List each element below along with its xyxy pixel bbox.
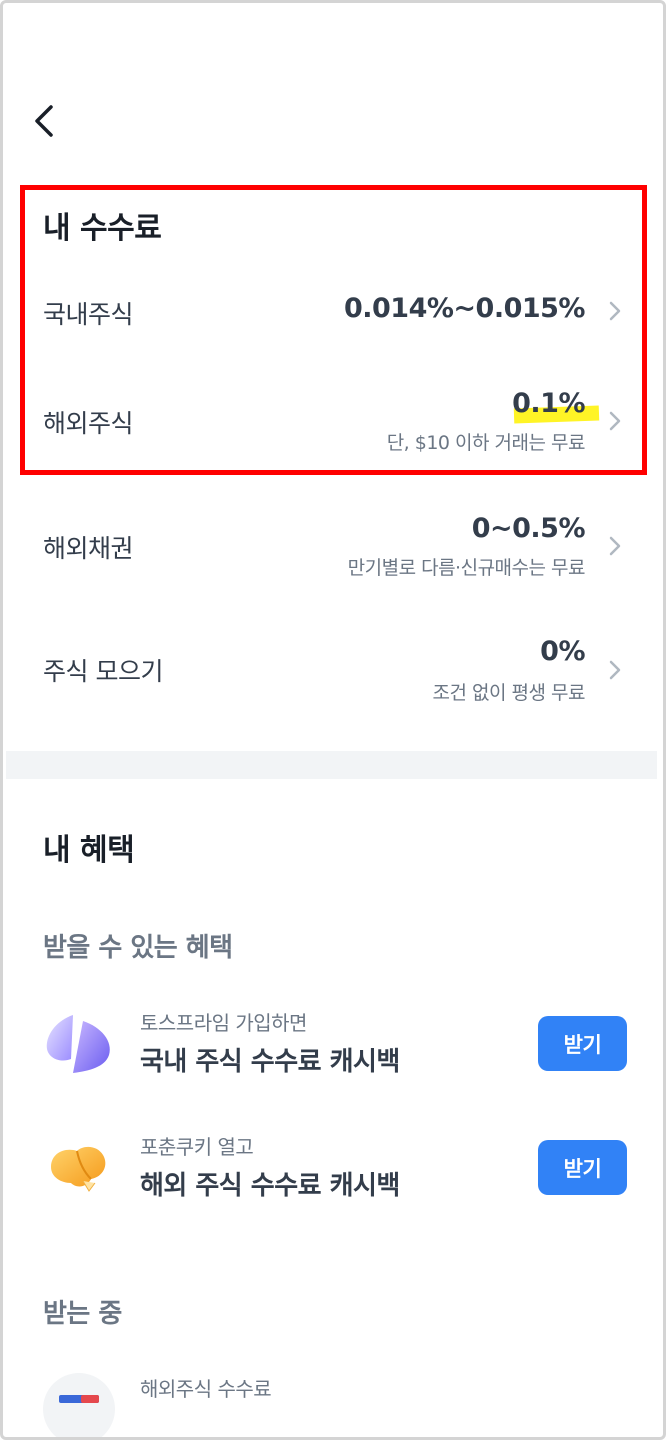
benefit-item-fortune-cookie[interactable]: 포춘쿠키 열고 해외 주식 수수료 캐시백 받기 — [3, 1129, 663, 1209]
chevron-left-icon — [35, 105, 53, 137]
fee-row-overseas-bond[interactable]: 해외채권 0~0.5% 만기별로 다름·신규매수는 무료 — [3, 511, 663, 583]
fee-row-label: 해외주식 — [43, 409, 134, 438]
claim-button[interactable]: 받기 — [538, 1140, 627, 1195]
fee-row-label: 국내주식 — [43, 300, 134, 329]
fee-row-label: 해외채권 — [43, 534, 134, 563]
fee-row-overseas-stock[interactable]: 해외주식 0.1% 단, $10 이하 거래는 무료 — [3, 388, 663, 458]
fee-row-domestic[interactable]: 국내주식 0.014%~0.015% — [3, 283, 663, 343]
fee-row-rate: 0% — [540, 636, 585, 667]
benefit-sub: 토스프라임 가입하면 — [140, 1011, 307, 1035]
fees-title: 내 수수료 — [43, 211, 162, 246]
back-button[interactable] — [29, 99, 63, 143]
section-divider — [6, 751, 657, 779]
benefit-item-prime[interactable]: 토스프라임 가입하면 국내 주식 수수료 캐시백 받기 — [3, 1005, 663, 1085]
fee-row-rate: 0~0.5% — [471, 513, 586, 544]
chevron-right-icon — [609, 660, 621, 680]
chevron-right-icon — [609, 411, 621, 431]
us-flag-icon — [43, 1373, 115, 1437]
receiving-sub: 해외주식 수수료 — [140, 1377, 272, 1401]
prime-icon — [46, 1015, 110, 1073]
fee-row-rate: 0.1% — [512, 388, 585, 419]
fee-row-stock-savings[interactable]: 주식 모으기 0% 조건 없이 평생 무료 — [3, 636, 663, 708]
fee-row-note: 만기별로 다름·신규매수는 무료 — [347, 557, 586, 579]
fee-row-note: 단, $10 이하 거래는 무료 — [386, 432, 586, 454]
benefit-sub: 포춘쿠키 열고 — [140, 1135, 254, 1159]
benefits-title: 내 혜택 — [43, 833, 135, 868]
benefit-main: 국내 주식 수수료 캐시백 — [140, 1047, 400, 1077]
available-benefits-title: 받을 수 있는 혜택 — [43, 933, 233, 963]
fee-row-label: 주식 모으기 — [43, 657, 163, 686]
receiving-item-overseas-fee[interactable]: 해외주식 수수료 — [3, 1373, 663, 1437]
fee-row-rate: 0.014%~0.015% — [343, 293, 586, 324]
chevron-right-icon — [609, 301, 621, 321]
fee-row-note: 조건 없이 평생 무료 — [432, 682, 586, 704]
receiving-benefits-title: 받는 중 — [43, 1299, 122, 1329]
chevron-right-icon — [609, 536, 621, 556]
benefit-main: 해외 주식 수수료 캐시백 — [140, 1171, 400, 1201]
claim-button[interactable]: 받기 — [538, 1016, 627, 1071]
fortune-cookie-icon — [51, 1146, 106, 1192]
screen: 내 수수료 국내주식 0.014%~0.015% 해외주식 0.1% 단, $1… — [0, 0, 666, 1440]
